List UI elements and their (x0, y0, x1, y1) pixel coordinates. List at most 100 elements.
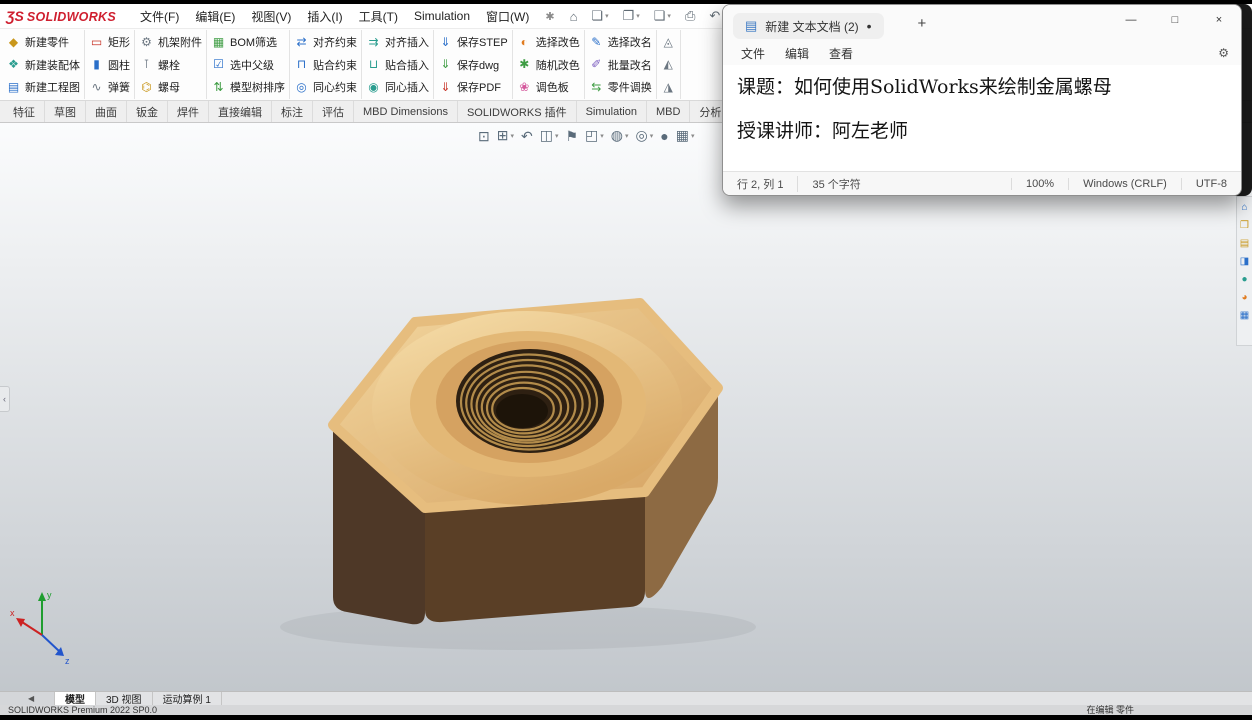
button-label: 选择改名 (607, 37, 652, 49)
menu-edit[interactable]: 编辑(E) (187, 8, 243, 25)
annotations-icon[interactable]: ⚑ (565, 126, 578, 146)
part-swap-button[interactable]: ⇆ 零件调换 (589, 76, 652, 98)
flush-insert-button[interactable]: ⊔ 贴合插入 (366, 54, 429, 76)
tab-simulation[interactable]: Simulation (577, 101, 647, 122)
apply-scene-icon[interactable]: ▦ (676, 125, 695, 147)
appearances-icon[interactable]: ● (1241, 274, 1247, 286)
concentric-insert-button[interactable]: ◉ 同心插入 (366, 76, 429, 98)
bolt-button[interactable]: ⊺ 螺栓 (139, 54, 202, 76)
zoom-area-icon[interactable]: ⊞ (497, 125, 514, 147)
previous-view-icon[interactable]: ↶ (521, 126, 533, 146)
pin-menu-icon[interactable]: ✱ (537, 10, 562, 23)
section-view-icon[interactable]: ◫ (540, 125, 559, 147)
clipped-button-1[interactable]: ◬ (661, 31, 676, 53)
notepad-menu-edit[interactable]: 编辑 (775, 45, 819, 62)
recolor-random-button[interactable]: ✱ 随机改色 (517, 54, 580, 76)
button-label: 贴合插入 (385, 59, 429, 72)
tab-solidworks-addins[interactable]: SOLIDWORKS 插件 (458, 101, 577, 122)
button-label: 螺母 (158, 82, 180, 94)
view-orientation-icon[interactable]: ◰ (585, 125, 604, 147)
tab-weldments[interactable]: 焊件 (168, 101, 209, 122)
edit-appearance-icon[interactable]: ● (660, 126, 668, 146)
menu-insert[interactable]: 插入(I) (299, 8, 350, 25)
maximize-button[interactable]: □ (1153, 5, 1197, 35)
menu-file[interactable]: 文件(F) (132, 8, 187, 25)
tab-surfaces[interactable]: 曲面 (86, 101, 127, 122)
bom-filter-button[interactable]: ▦ BOM筛选 (211, 31, 285, 53)
resources-icon[interactable]: ⌂ (1241, 202, 1247, 214)
display-style-icon[interactable]: ◍ (611, 125, 629, 147)
palette-button[interactable]: ❀ 调色板 (517, 76, 580, 98)
home-icon[interactable]: ⌂ (563, 9, 585, 24)
model-tree-sort-button[interactable]: ⇅ 模型树排序 (211, 76, 285, 98)
scenes-icon[interactable]: ◕ (1241, 292, 1247, 304)
new-document-icon[interactable]: ❏ (584, 8, 615, 24)
notepad-window: ▤ 新建 文本文档 (2) • + — □ × 文件 编辑 查看 ⚙ 课题：如何… (722, 4, 1242, 196)
rename-batch-button[interactable]: ✐ 批量改名 (589, 54, 652, 76)
tab-evaluate[interactable]: 评估 (313, 101, 354, 122)
button-label: 矩形 (108, 37, 130, 49)
feature-pane-flyout[interactable]: ‹ (0, 386, 10, 412)
menu-view[interactable]: 视图(V) (243, 8, 299, 25)
notepad-editor[interactable]: 课题：如何使用SolidWorks来绘制金属螺母 授课讲师：阿左老师 (723, 65, 1241, 171)
tab-mbd[interactable]: MBD (647, 101, 691, 122)
menu-simulation[interactable]: Simulation (406, 9, 478, 23)
menu-tools[interactable]: 工具(T) (351, 8, 406, 25)
view-palette-icon[interactable]: ◨ (1240, 256, 1249, 268)
design-library-icon[interactable]: ❒ (1240, 220, 1249, 232)
new-assembly-button[interactable]: ❖ 新建装配体 (6, 54, 80, 76)
zoom-fit-icon[interactable]: ⊡ (478, 126, 490, 146)
clipped-icon-3: ◮ (663, 79, 673, 94)
flush-mate-button[interactable]: ⊓ 贴合约束 (294, 54, 357, 76)
editing-mode-label: 在编辑 零件 (1086, 705, 1134, 715)
close-button[interactable]: × (1197, 5, 1241, 35)
select-parent-button[interactable]: ☑ 选中父级 (211, 54, 285, 76)
save-step-button[interactable]: ⇓ 保存STEP (438, 31, 507, 53)
tab-direct-editing[interactable]: 直接编辑 (209, 101, 272, 122)
cylinder-button[interactable]: ▮ 圆柱 (89, 54, 130, 76)
align-mate-button[interactable]: ⇄ 对齐约束 (294, 31, 357, 53)
tab-mbd-dimensions[interactable]: MBD Dimensions (354, 101, 458, 122)
nut-model[interactable] (328, 298, 723, 625)
nut-button[interactable]: ⌬ 螺母 (139, 76, 202, 98)
settings-gear-icon[interactable]: ⚙ (1218, 46, 1229, 60)
rectangle-button[interactable]: ▭ 矩形 (89, 31, 130, 53)
new-drawing-button[interactable]: ▤ 新建工程图 (6, 76, 80, 98)
menu-window[interactable]: 窗口(W) (478, 8, 537, 25)
save-pdf-button[interactable]: ⇓ 保存PDF (438, 76, 508, 98)
clipped-button-2[interactable]: ◭ (661, 54, 676, 76)
tab-model[interactable]: 模型 (55, 692, 96, 706)
new-part-button[interactable]: ◆ 新建零件 (6, 31, 80, 53)
notepad-menu-file[interactable]: 文件 (731, 45, 775, 62)
new-tab-button[interactable]: + (912, 15, 933, 32)
tab-sheet-metal[interactable]: 钣金 (127, 101, 168, 122)
zoom-level-label[interactable]: 100% (1010, 177, 1068, 190)
tab-scroll-left[interactable]: ◀ (0, 692, 55, 705)
tab-sketch[interactable]: 草图 (45, 101, 86, 122)
notepad-menu-view[interactable]: 查看 (819, 45, 863, 62)
align-insert-button[interactable]: ⇉ 对齐插入 (366, 31, 429, 53)
minimize-button[interactable]: — (1109, 5, 1153, 35)
frame-attachment-button[interactable]: ⚙ 机架附件 (139, 31, 202, 53)
custom-properties-icon[interactable]: ▦ (1240, 310, 1249, 322)
tab-motion-study[interactable]: 运动算例 1 (153, 692, 222, 706)
recolor-select-button[interactable]: ◐ 选择改色 (517, 31, 580, 53)
notepad-tab[interactable]: ▤ 新建 文本文档 (2) • (733, 13, 884, 39)
notepad-titlebar: ▤ 新建 文本文档 (2) • + — □ × (723, 5, 1241, 41)
select-parent-icon: ☑ (213, 57, 224, 71)
rename-select-button[interactable]: ✎ 选择改名 (589, 31, 652, 53)
tab-features[interactable]: 特征 (4, 101, 45, 122)
hide-show-items-icon[interactable]: ◎ (636, 125, 654, 147)
new-assembly-icon: ❖ (8, 57, 19, 71)
spring-button[interactable]: ∿ 弹簧 (89, 76, 130, 98)
open-icon[interactable]: ❐ (616, 8, 647, 24)
tab-markup[interactable]: 标注 (272, 101, 313, 122)
save-dwg-button[interactable]: ⇓ 保存dwg (438, 54, 508, 76)
clipped-button-3[interactable]: ◮ (661, 76, 676, 98)
print-icon[interactable]: ⎙ (678, 8, 702, 24)
save-icon[interactable]: ❑ (647, 8, 678, 24)
file-explorer-icon[interactable]: ▤ (1240, 238, 1249, 250)
graphics-viewport[interactable]: x y z ⊡ ⊞ ↶ ◫ ⚑ ◰ ◍ ◎ ● ▦ ‹ (0, 123, 1252, 691)
concentric-mate-button[interactable]: ◎ 同心约束 (294, 76, 357, 98)
tab-3d-views[interactable]: 3D 视图 (96, 692, 153, 706)
